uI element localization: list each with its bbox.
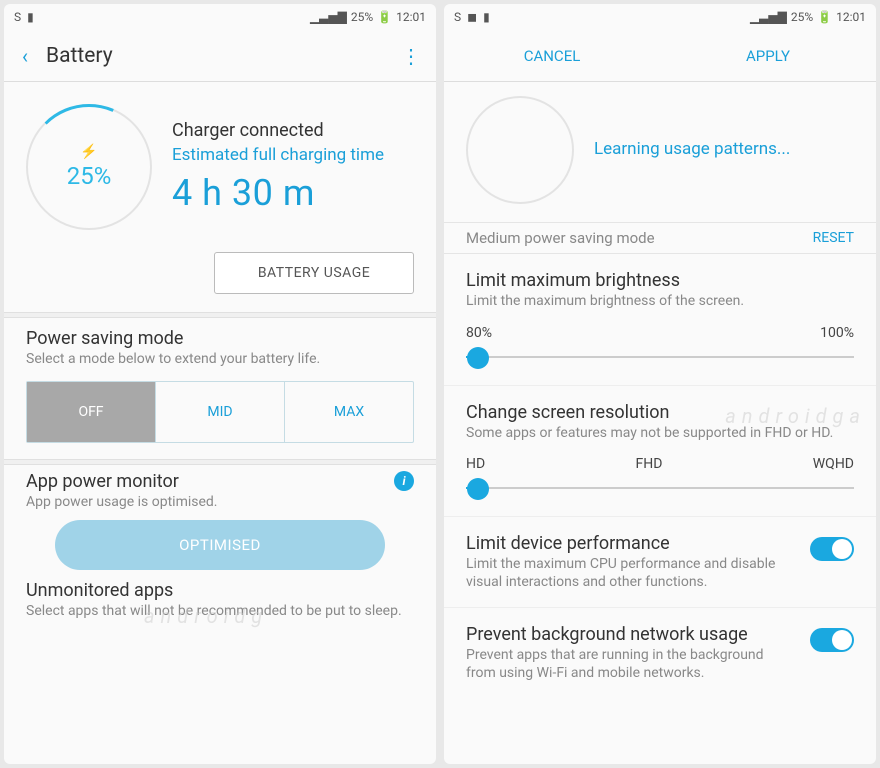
brightness-section: Limit maximum brightness Limit the maxim… xyxy=(444,254,876,385)
battery-icon: 🔋 xyxy=(817,10,832,24)
battery-ring: ⚡ 25% xyxy=(26,104,152,230)
rec-icon: ◼ xyxy=(467,10,477,24)
mode-label: Medium power saving mode xyxy=(466,229,655,247)
signal-icon: ▁▃▅▇ xyxy=(750,10,787,24)
signal-icon: ▁▃▅▇ xyxy=(310,10,347,24)
titlebar: ‹ Battery xyxy=(4,30,436,82)
info-icon[interactable]: i xyxy=(394,471,414,491)
battery-usage-button[interactable]: BATTERY USAGE xyxy=(214,252,414,294)
statusbar: S ▮ ▁▃▅▇ 25% 🔋 12:01 xyxy=(4,4,436,30)
reset-button[interactable]: RESET xyxy=(813,230,854,246)
sb-time: 12:01 xyxy=(836,10,866,24)
bolt-icon: ⚡ xyxy=(80,144,97,160)
sb-pct: 25% xyxy=(351,10,373,24)
bg-toggle[interactable] xyxy=(810,628,854,652)
sim-icon: ▮ xyxy=(483,10,490,24)
res-wqhd: WQHD xyxy=(813,456,854,472)
unmonitored-apps-section[interactable]: Unmonitored apps Select apps that will n… xyxy=(4,574,436,623)
back-icon[interactable]: ‹ xyxy=(22,44,28,68)
right-screenshot: S ◼ ▮ ▁▃▅▇ 25% 🔋 12:01 CANCEL APPLY Lear… xyxy=(444,4,876,764)
psm-max[interactable]: MAX xyxy=(285,382,413,442)
page-title: Battery xyxy=(46,44,401,68)
power-saving-mode-section: Power saving mode Select a mode below to… xyxy=(4,318,436,459)
res-sub: Some apps or features may not be support… xyxy=(466,425,854,443)
brightness-title: Limit maximum brightness xyxy=(466,270,854,291)
psm-off[interactable]: OFF xyxy=(27,382,156,442)
sim-icon: ▮ xyxy=(27,10,34,24)
patterns-text: Learning usage patterns... xyxy=(594,139,790,160)
left-screenshot: S ▮ ▁▃▅▇ 25% 🔋 12:01 ‹ Battery ⚡ 25% Cha… xyxy=(4,4,436,764)
statusbar: S ◼ ▮ ▁▃▅▇ 25% 🔋 12:01 xyxy=(444,4,876,30)
psm-mid[interactable]: MID xyxy=(156,382,285,442)
brightness-slider[interactable] xyxy=(466,347,854,367)
charge-card: ⚡ 25% Charger connected Estimated full c… xyxy=(4,82,436,312)
cancel-button[interactable]: CANCEL xyxy=(444,47,660,65)
ring-pct: 25% xyxy=(67,162,112,190)
brightness-high: 100% xyxy=(820,325,854,341)
perf-toggle[interactable] xyxy=(810,537,854,561)
ring-placeholder xyxy=(466,96,574,204)
app-power-monitor-section: i App power monitor App power usage is o… xyxy=(4,465,436,574)
apm-sub: App power usage is optimised. xyxy=(26,494,414,510)
un-title: Unmonitored apps xyxy=(26,580,414,601)
res-title: Change screen resolution xyxy=(466,402,854,423)
sb-s: S xyxy=(14,10,21,24)
res-hd: HD xyxy=(466,456,485,472)
perf-section: Limit device performance Limit the maxim… xyxy=(444,517,876,607)
psm-segmented: OFF MID MAX xyxy=(26,381,414,443)
apply-button[interactable]: APPLY xyxy=(660,47,876,65)
perf-title: Limit device performance xyxy=(466,533,796,554)
bg-sub: Prevent apps that are running in the bac… xyxy=(466,647,796,682)
charger-connected: Charger connected xyxy=(172,120,414,141)
bg-section: Prevent background network usage Prevent… xyxy=(444,608,876,698)
resolution-section: Change screen resolution Some apps or fe… xyxy=(444,386,876,517)
apm-title: App power monitor xyxy=(26,471,414,492)
sb-pct: 25% xyxy=(791,10,813,24)
mode-bar: Medium power saving mode RESET xyxy=(444,222,876,254)
brightness-sub: Limit the maximum brightness of the scre… xyxy=(466,293,854,311)
perf-sub: Limit the maximum CPU performance and di… xyxy=(466,556,796,591)
res-fhd: FHD xyxy=(636,456,663,472)
battery-icon: 🔋 xyxy=(377,10,392,24)
est-full-time-label: Estimated full charging time xyxy=(172,145,414,166)
psm-sub: Select a mode below to extend your batte… xyxy=(26,351,414,367)
est-full-time-value: 4 h 30 m xyxy=(172,172,414,214)
patterns-row: Learning usage patterns... xyxy=(444,82,876,222)
bg-title: Prevent background network usage xyxy=(466,624,796,645)
psm-title: Power saving mode xyxy=(26,328,414,349)
brightness-low: 80% xyxy=(466,325,492,341)
sb-s: S xyxy=(454,10,461,24)
actionbar: CANCEL APPLY xyxy=(444,30,876,82)
resolution-slider[interactable] xyxy=(466,478,854,498)
un-sub: Select apps that will not be recommended… xyxy=(26,603,414,619)
sb-time: 12:01 xyxy=(396,10,426,24)
overflow-menu-icon[interactable] xyxy=(401,44,418,68)
optimised-button[interactable]: OPTIMISED xyxy=(55,520,385,570)
